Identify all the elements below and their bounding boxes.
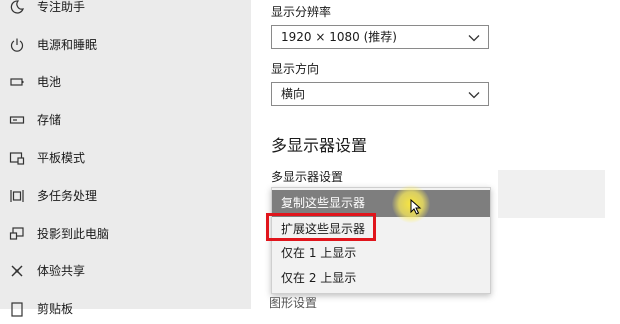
- option-label: 仅在 2 上显示: [281, 271, 357, 285]
- sidebar-item-focus-assist[interactable]: 专注助手: [0, 0, 251, 22]
- sidebar-item-tablet-mode[interactable]: 平板模式: [0, 143, 251, 173]
- moon-icon: [9, 0, 25, 15]
- sidebar-item-clipboard[interactable]: 剪贴板: [0, 294, 251, 324]
- sidebar-item-storage[interactable]: 存储: [0, 105, 251, 135]
- graphics-settings-link[interactable]: 图形设置: [269, 294, 317, 311]
- project-icon: [9, 226, 25, 242]
- option-label: 复制这些显示器: [281, 196, 366, 210]
- orientation-select[interactable]: 横向: [271, 82, 489, 106]
- sidebar-item-project-to-pc[interactable]: 投影到此电脑: [0, 219, 251, 249]
- sidebar-item-label: 多任务处理: [37, 189, 98, 203]
- chevron-down-icon: [468, 92, 480, 99]
- resolution-value: 1920 × 1080 (推荐): [281, 30, 397, 44]
- sidebar-item-label: 投影到此电脑: [37, 227, 110, 241]
- mouse-cursor: [392, 185, 430, 223]
- sidebar-item-battery[interactable]: 电池: [0, 67, 251, 97]
- annotation-highlight-box: [266, 213, 376, 241]
- option-label: 仅在 1 上显示: [281, 246, 357, 260]
- multi-display-heading: 多显示器设置: [271, 136, 368, 155]
- tablet-mode-icon: [9, 150, 25, 166]
- sidebar-item-multitasking[interactable]: 多任务处理: [0, 181, 251, 211]
- storage-icon: [9, 112, 25, 128]
- sidebar-item-label: 存储: [37, 113, 62, 127]
- sidebar-item-shared-experiences[interactable]: 体验共享: [0, 256, 251, 286]
- multi-display-label: 多显示器设置: [271, 170, 344, 184]
- sidebar-item-label: 体验共享: [37, 264, 86, 278]
- resolution-label: 显示分辨率: [271, 5, 332, 19]
- background-panel: [498, 170, 605, 218]
- power-icon: [9, 37, 25, 53]
- option-show-only-on-2[interactable]: 仅在 2 上显示: [272, 265, 490, 292]
- chevron-down-icon: [468, 35, 480, 42]
- resolution-select[interactable]: 1920 × 1080 (推荐): [271, 25, 489, 49]
- sidebar-item-label: 剪贴板: [37, 302, 74, 316]
- sidebar-item-label: 电池: [37, 75, 62, 89]
- sidebar-item-label: 电源和睡眠: [37, 38, 98, 52]
- sidebar-item-label: 专注助手: [37, 0, 86, 14]
- clipboard-icon: [9, 301, 25, 317]
- sidebar-item-label: 平板模式: [37, 151, 86, 165]
- multitasking-icon: [9, 188, 25, 204]
- cursor-arrow-icon: [410, 199, 422, 215]
- sidebar: 专注助手 电源和睡眠 电池 存储 平板模式 多任务处理 投影到此电脑 体验共享 …: [0, 0, 251, 317]
- orientation-value: 横向: [281, 87, 306, 101]
- shared-experiences-icon: [9, 263, 25, 279]
- sidebar-item-power-sleep[interactable]: 电源和睡眠: [0, 30, 251, 60]
- battery-icon: [9, 74, 25, 90]
- option-show-only-on-1[interactable]: 仅在 1 上显示: [272, 240, 490, 267]
- orientation-label: 显示方向: [271, 62, 320, 76]
